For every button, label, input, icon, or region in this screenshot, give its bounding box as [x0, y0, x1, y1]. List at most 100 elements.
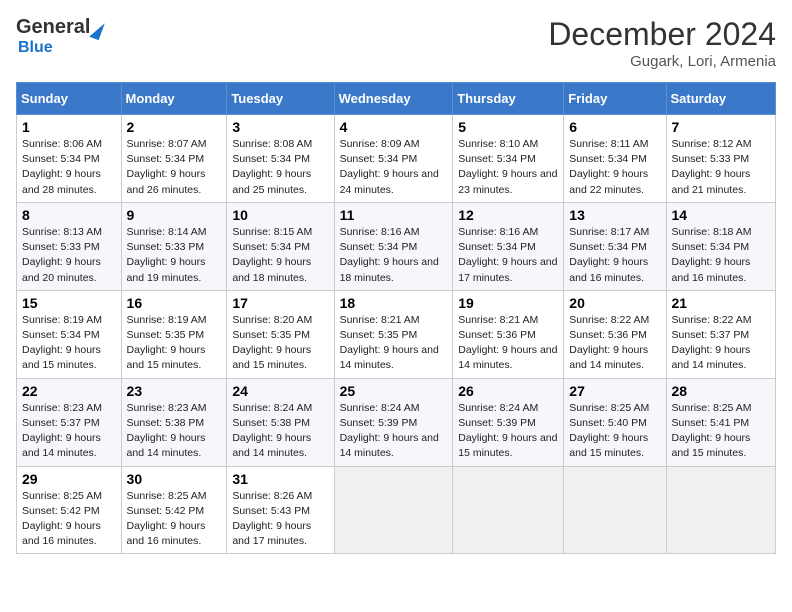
cell-sun-info: Sunrise: 8:23 AM Sunset: 5:37 PM Dayligh… — [22, 401, 116, 462]
calendar-cell: 12 Sunrise: 8:16 AM Sunset: 5:34 PM Dayli… — [453, 202, 564, 290]
cell-sun-info: Sunrise: 8:14 AM Sunset: 5:33 PM Dayligh… — [127, 225, 222, 286]
weekday-thursday: Thursday — [453, 83, 564, 115]
calendar-cell: 23 Sunrise: 8:23 AM Sunset: 5:38 PM Dayli… — [121, 378, 227, 466]
calendar-cell: 29 Sunrise: 8:25 AM Sunset: 5:42 PM Dayli… — [17, 466, 122, 554]
calendar-cell: 22 Sunrise: 8:23 AM Sunset: 5:37 PM Dayli… — [17, 378, 122, 466]
cell-sun-info: Sunrise: 8:16 AM Sunset: 5:34 PM Dayligh… — [458, 225, 558, 286]
calendar-cell: 30 Sunrise: 8:25 AM Sunset: 5:42 PM Dayli… — [121, 466, 227, 554]
calendar-cell: 21 Sunrise: 8:22 AM Sunset: 5:37 PM Dayli… — [666, 290, 775, 378]
day-number: 28 — [672, 383, 770, 399]
cell-sun-info: Sunrise: 8:20 AM Sunset: 5:35 PM Dayligh… — [232, 313, 328, 374]
calendar-cell: 20 Sunrise: 8:22 AM Sunset: 5:36 PM Dayli… — [564, 290, 666, 378]
cell-sun-info: Sunrise: 8:24 AM Sunset: 5:39 PM Dayligh… — [340, 401, 448, 462]
day-number: 25 — [340, 383, 448, 399]
day-number: 8 — [22, 207, 116, 223]
calendar-cell: 15 Sunrise: 8:19 AM Sunset: 5:34 PM Dayli… — [17, 290, 122, 378]
day-number: 30 — [127, 471, 222, 487]
calendar-cell: 25 Sunrise: 8:24 AM Sunset: 5:39 PM Dayli… — [334, 378, 453, 466]
day-number: 21 — [672, 295, 770, 311]
logo-general-text: General — [16, 16, 90, 39]
day-number: 1 — [22, 119, 116, 135]
calendar-cell: 5 Sunrise: 8:10 AM Sunset: 5:34 PM Daylig… — [453, 115, 564, 203]
cell-sun-info: Sunrise: 8:22 AM Sunset: 5:37 PM Dayligh… — [672, 313, 770, 374]
cell-sun-info: Sunrise: 8:26 AM Sunset: 5:43 PM Dayligh… — [232, 489, 328, 550]
cell-sun-info: Sunrise: 8:15 AM Sunset: 5:34 PM Dayligh… — [232, 225, 328, 286]
calendar-cell: 26Sunrise: 8:24 AM Sunset: 5:39 PM Dayli… — [453, 378, 564, 466]
week-row-3: 15 Sunrise: 8:19 AM Sunset: 5:34 PM Dayli… — [17, 290, 776, 378]
day-number: 22 — [22, 383, 116, 399]
weekday-saturday: Saturday — [666, 83, 775, 115]
cell-sun-info: Sunrise: 8:10 AM Sunset: 5:34 PM Dayligh… — [458, 137, 558, 198]
day-number: 6 — [569, 119, 660, 135]
cell-sun-info: Sunrise: 8:25 AM Sunset: 5:42 PM Dayligh… — [127, 489, 222, 550]
cell-sun-info: Sunrise: 8:09 AM Sunset: 5:34 PM Dayligh… — [340, 137, 448, 198]
calendar-cell: 11 Sunrise: 8:16 AM Sunset: 5:34 PM Dayli… — [334, 202, 453, 290]
logo-blue-text: Blue — [18, 39, 53, 56]
cell-sun-info: Sunrise: 8:12 AM Sunset: 5:33 PM Dayligh… — [672, 137, 770, 198]
calendar-cell — [564, 466, 666, 554]
cell-sun-info: Sunrise: 8:21 AM Sunset: 5:36 PM Dayligh… — [458, 313, 558, 374]
calendar-cell: 6Sunrise: 8:11 AM Sunset: 5:34 PM Daylig… — [564, 115, 666, 203]
calendar-cell: 13 Sunrise: 8:17 AM Sunset: 5:34 PM Dayli… — [564, 202, 666, 290]
cell-sun-info: Sunrise: 8:21 AM Sunset: 5:35 PM Dayligh… — [340, 313, 448, 374]
cell-sun-info: Sunrise: 8:07 AM Sunset: 5:34 PM Dayligh… — [127, 137, 222, 198]
cell-sun-info: Sunrise: 8:22 AM Sunset: 5:36 PM Dayligh… — [569, 313, 660, 374]
weekday-sunday: Sunday — [17, 83, 122, 115]
calendar-cell: 27 Sunrise: 8:25 AM Sunset: 5:40 PM Dayli… — [564, 378, 666, 466]
calendar-cell: 7 Sunrise: 8:12 AM Sunset: 5:33 PM Daylig… — [666, 115, 775, 203]
cell-sun-info: Sunrise: 8:17 AM Sunset: 5:34 PM Dayligh… — [569, 225, 660, 286]
calendar-cell: 19 Sunrise: 8:21 AM Sunset: 5:36 PM Dayli… — [453, 290, 564, 378]
day-number: 19 — [458, 295, 558, 311]
day-number: 31 — [232, 471, 328, 487]
weekday-header-row: SundayMondayTuesdayWednesdayThursdayFrid… — [17, 83, 776, 115]
cell-sun-info: Sunrise: 8:06 AM Sunset: 5:34 PM Dayligh… — [22, 137, 116, 198]
day-number: 7 — [672, 119, 770, 135]
cell-sun-info: Sunrise: 8:23 AM Sunset: 5:38 PM Dayligh… — [127, 401, 222, 462]
calendar-cell: 9 Sunrise: 8:14 AM Sunset: 5:33 PM Daylig… — [121, 202, 227, 290]
day-number: 18 — [340, 295, 448, 311]
day-number: 5 — [458, 119, 558, 135]
logo: General Blue — [16, 16, 102, 57]
day-number: 15 — [22, 295, 116, 311]
calendar-cell: 4 Sunrise: 8:09 AM Sunset: 5:34 PM Daylig… — [334, 115, 453, 203]
title-block: December 2024 Gugark, Lori, Armenia — [548, 16, 776, 70]
calendar-body: 1 Sunrise: 8:06 AM Sunset: 5:34 PM Daylig… — [17, 115, 776, 554]
logo-triangle-icon — [90, 19, 106, 39]
cell-sun-info: Sunrise: 8:19 AM Sunset: 5:35 PM Dayligh… — [127, 313, 222, 374]
cell-sun-info: Sunrise: 8:24 AM Sunset: 5:38 PM Dayligh… — [232, 401, 328, 462]
weekday-friday: Friday — [564, 83, 666, 115]
calendar-cell: 17 Sunrise: 8:20 AM Sunset: 5:35 PM Dayli… — [227, 290, 334, 378]
day-number: 12 — [458, 207, 558, 223]
month-title: December 2024 — [548, 16, 776, 53]
day-number: 23 — [127, 383, 222, 399]
day-number: 26 — [458, 383, 558, 399]
day-number: 10 — [232, 207, 328, 223]
day-number: 11 — [340, 207, 448, 223]
weekday-monday: Monday — [121, 83, 227, 115]
calendar-cell: 2Sunrise: 8:07 AM Sunset: 5:34 PM Daylig… — [121, 115, 227, 203]
location-text: Gugark, Lori, Armenia — [548, 53, 776, 70]
calendar-cell: 1 Sunrise: 8:06 AM Sunset: 5:34 PM Daylig… — [17, 115, 122, 203]
calendar-cell: 10 Sunrise: 8:15 AM Sunset: 5:34 PM Dayli… — [227, 202, 334, 290]
cell-sun-info: Sunrise: 8:13 AM Sunset: 5:33 PM Dayligh… — [22, 225, 116, 286]
day-number: 9 — [127, 207, 222, 223]
cell-sun-info: Sunrise: 8:25 AM Sunset: 5:42 PM Dayligh… — [22, 489, 116, 550]
calendar-cell: 24Sunrise: 8:24 AM Sunset: 5:38 PM Dayli… — [227, 378, 334, 466]
calendar-cell: 28 Sunrise: 8:25 AM Sunset: 5:41 PM Dayli… — [666, 378, 775, 466]
day-number: 13 — [569, 207, 660, 223]
calendar-table: SundayMondayTuesdayWednesdayThursdayFrid… — [16, 82, 776, 554]
weekday-tuesday: Tuesday — [227, 83, 334, 115]
day-number: 27 — [569, 383, 660, 399]
day-number: 20 — [569, 295, 660, 311]
weekday-wednesday: Wednesday — [334, 83, 453, 115]
calendar-cell — [334, 466, 453, 554]
cell-sun-info: Sunrise: 8:19 AM Sunset: 5:34 PM Dayligh… — [22, 313, 116, 374]
day-number: 4 — [340, 119, 448, 135]
cell-sun-info: Sunrise: 8:16 AM Sunset: 5:34 PM Dayligh… — [340, 225, 448, 286]
day-number: 17 — [232, 295, 328, 311]
cell-sun-info: Sunrise: 8:25 AM Sunset: 5:41 PM Dayligh… — [672, 401, 770, 462]
page-header: General Blue December 2024 Gugark, Lori,… — [16, 16, 776, 70]
cell-sun-info: Sunrise: 8:25 AM Sunset: 5:40 PM Dayligh… — [569, 401, 660, 462]
day-number: 29 — [22, 471, 116, 487]
day-number: 14 — [672, 207, 770, 223]
